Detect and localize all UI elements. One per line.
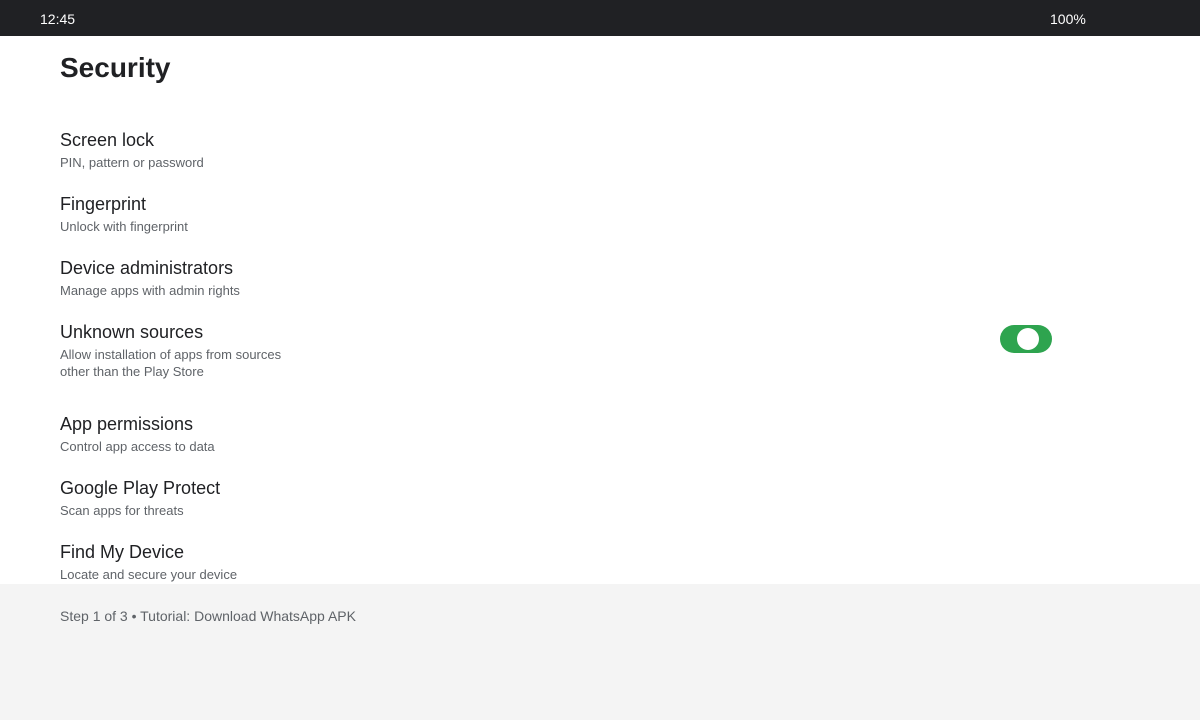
setting-app-permissions[interactable]: App permissions Control app access to da… xyxy=(60,413,1140,455)
setting-subtitle: Locate and secure your device xyxy=(60,567,238,582)
setting-title: Device administrators xyxy=(60,258,234,278)
setting-subtitle: Scan apps for threats xyxy=(60,503,184,518)
setting-subtitle: Control app access to data xyxy=(60,439,215,454)
setting-subtitle: Manage apps with admin rights xyxy=(60,283,240,298)
battery-level: 100% xyxy=(1050,11,1086,27)
setting-subtitle: Allow installation of apps from sources … xyxy=(60,347,282,379)
setting-title: Google Play Protect xyxy=(60,478,221,498)
setting-subtitle: Unlock with fingerprint xyxy=(60,219,188,234)
setting-fingerprint[interactable]: Fingerprint Unlock with fingerprint xyxy=(60,193,1140,235)
setting-find-my-device[interactable]: Find My Device Locate and secure your de… xyxy=(60,541,1140,583)
setting-title: Screen lock xyxy=(60,130,155,150)
setting-screen-lock[interactable]: Screen lock PIN, pattern or password xyxy=(60,129,1140,171)
page-title: Security xyxy=(60,52,171,83)
setting-google-play-protect[interactable]: Google Play Protect Scan apps for threat… xyxy=(60,477,1140,519)
status-time: 12:45 xyxy=(40,11,76,27)
tutorial-footer: Step 1 of 3 • Tutorial: Download WhatsAp… xyxy=(0,584,1200,720)
tutorial-step-text: Step 1 of 3 • Tutorial: Download WhatsAp… xyxy=(60,608,356,624)
toggle-knob xyxy=(1017,328,1039,350)
setting-subtitle: PIN, pattern or password xyxy=(60,155,204,170)
setting-device-administrators[interactable]: Device administrators Manage apps with a… xyxy=(60,257,1140,299)
unknown-sources-toggle[interactable] xyxy=(1000,325,1052,353)
status-bar: 12:45 100% xyxy=(0,0,1200,36)
setting-unknown-sources[interactable]: Unknown sources Allow installation of ap… xyxy=(60,321,960,380)
setting-title: Find My Device xyxy=(60,542,185,562)
security-settings-page: Security Screen lock PIN, pattern or pas… xyxy=(0,36,1200,584)
setting-title: Fingerprint xyxy=(60,194,147,214)
setting-title: Unknown sources xyxy=(60,322,204,342)
setting-title: App permissions xyxy=(60,414,194,434)
